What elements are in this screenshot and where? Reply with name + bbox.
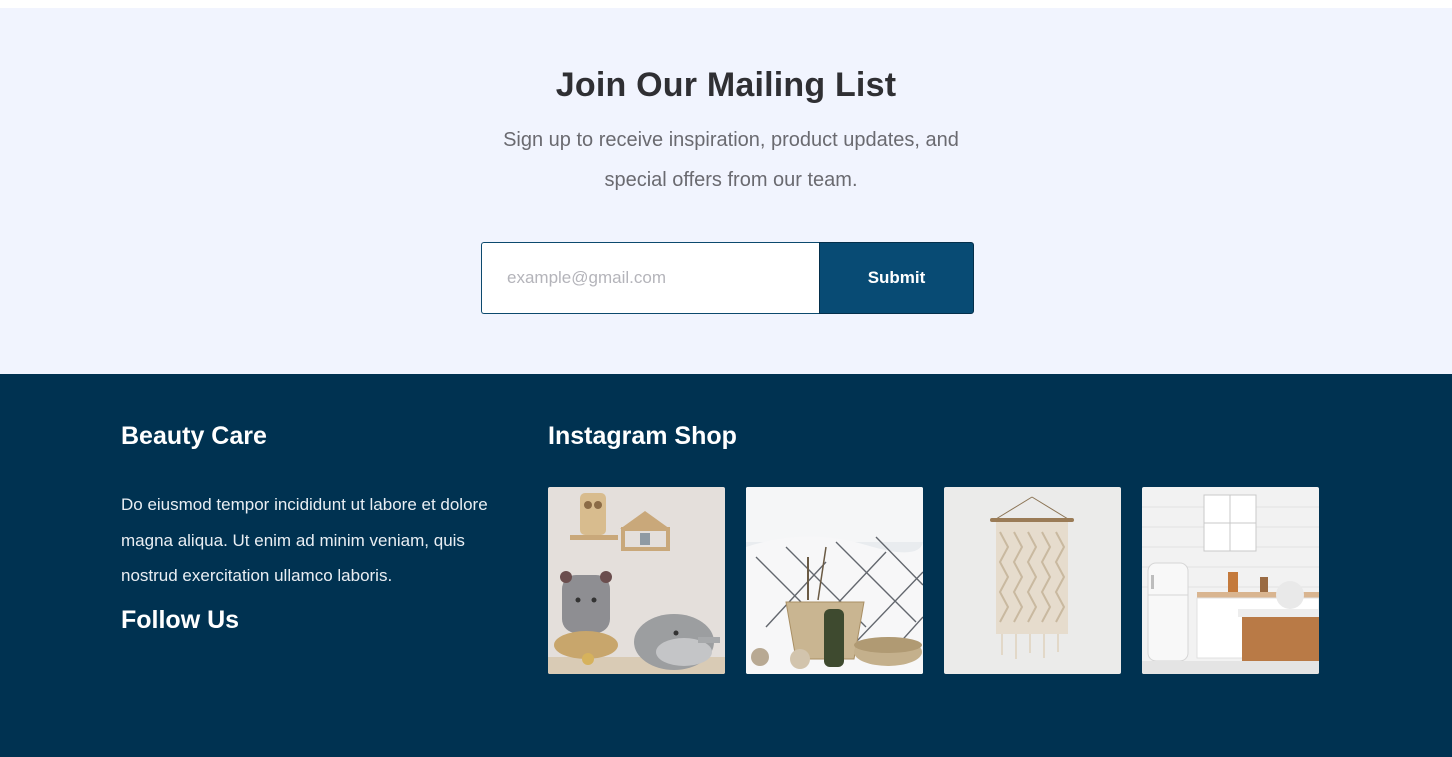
newsletter-form: Submit [481,242,974,314]
instagram-image-kids-shelf[interactable] [548,487,725,674]
brand-title: Beauty Care [121,422,267,450]
submit-button[interactable]: Submit [819,242,974,314]
instagram-shop-title: Instagram Shop [548,422,737,450]
newsletter-subtitle: Sign up to receive inspiration, product … [503,129,959,191]
instagram-grid [548,487,1319,674]
brand-description: Do eiusmod tempor incididunt ut labore e… [121,495,488,585]
top-strip [0,0,1452,8]
newsletter-section: Join Our Mailing List Sign up to receive… [0,8,1452,374]
newsletter-title: Join Our Mailing List [555,66,897,104]
footer: Beauty Care Do eiusmod tempor incididunt… [0,374,1452,757]
follow-us-title: Follow Us [121,606,240,634]
email-input[interactable] [481,242,819,314]
instagram-image-bedroom-baskets[interactable] [746,487,923,674]
instagram-image-kitchen[interactable] [1142,487,1319,674]
instagram-image-macrame[interactable] [944,487,1121,674]
